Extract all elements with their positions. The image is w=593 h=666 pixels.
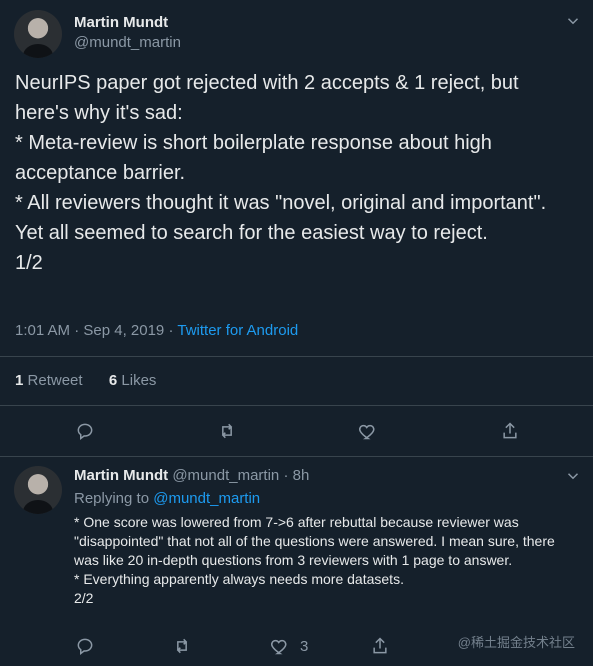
tweet-meta: 1:01 AM · Sep 4, 2019 · Twitter for Andr… [15, 322, 298, 339]
reply-age[interactable]: · 8h [283, 467, 309, 484]
reply-button[interactable] [75, 421, 95, 441]
reply-reply-button[interactable] [75, 636, 95, 656]
reply-icon [77, 423, 93, 441]
retweet-button[interactable] [217, 421, 237, 441]
reply-retweet-button[interactable] [172, 636, 192, 656]
tweet-time[interactable]: 1:01 AM · Sep 4, 2019 [15, 322, 164, 339]
reply-like-button[interactable]: 3 [270, 636, 308, 656]
avatar[interactable] [14, 10, 62, 58]
retweet-count[interactable]: 1 Retweet [15, 372, 83, 389]
reply-icon [77, 638, 93, 656]
divider [0, 356, 593, 357]
like-icon [359, 424, 375, 440]
reply-header: Martin Mundt @mundt_martin · 8h [74, 467, 309, 484]
like-count[interactable]: 6 Likes [109, 372, 157, 389]
divider [0, 456, 593, 457]
meta-separator: · [168, 322, 174, 339]
watermark: @稀土掘金技术社区 [457, 635, 575, 650]
chevron-down-icon[interactable] [564, 12, 582, 30]
author-name[interactable]: Martin Mundt [74, 14, 168, 31]
replying-to: Replying to @mundt_martin [74, 490, 260, 507]
like-icon [271, 639, 287, 655]
share-icon [503, 422, 517, 439]
reply-share-button[interactable] [370, 636, 390, 656]
replying-to-handle[interactable]: @mundt_martin [153, 490, 260, 507]
reply-text: * One score was lowered from 7->6 after … [74, 514, 555, 606]
reply-author-handle[interactable]: @mundt_martin [172, 467, 279, 484]
reply-author-name[interactable]: Martin Mundt [74, 467, 168, 484]
divider [0, 405, 593, 406]
chevron-down-icon[interactable] [564, 467, 582, 485]
tweet-text: NeurIPS paper got rejected with 2 accept… [15, 72, 547, 274]
share-icon [373, 637, 387, 654]
retweet-icon [176, 638, 188, 654]
share-button[interactable] [500, 421, 520, 441]
retweet-icon [221, 423, 233, 439]
tweet-source[interactable]: Twitter for Android [177, 322, 298, 339]
tweet-stats: 1 Retweet 6 Likes [15, 372, 156, 389]
author-handle[interactable]: @mundt_martin [74, 34, 181, 51]
like-button[interactable] [358, 421, 378, 441]
reply-like-count: 3 [300, 637, 309, 655]
replying-to-label: Replying to [74, 490, 150, 507]
reply-avatar[interactable] [14, 466, 62, 514]
